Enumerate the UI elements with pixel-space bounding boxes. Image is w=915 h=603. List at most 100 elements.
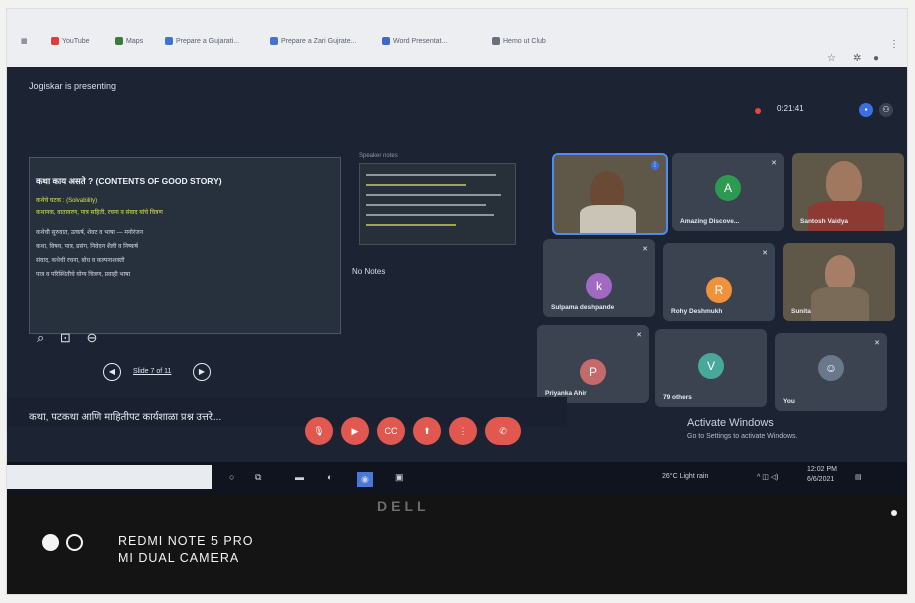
speaking-icon: ⁞: [651, 161, 659, 170]
clock-date[interactable]: 6/6/2021: [807, 476, 834, 483]
star-icon[interactable]: ☆: [827, 53, 836, 64]
bookmark-icon: [492, 37, 500, 45]
bookmark-word[interactable]: Word Presentat...: [382, 37, 447, 45]
participant-tile[interactable]: R ✕ Rohy Deshmukh: [663, 243, 775, 321]
avatar: R: [706, 277, 732, 303]
bookmark-prepare-gujarati[interactable]: Prepare a Gujarati...: [165, 37, 239, 45]
profile-icon[interactable]: ●: [873, 53, 879, 64]
participant-name: Sulpama deshpande: [551, 304, 615, 311]
notification-icon[interactable]: ▤: [855, 473, 862, 481]
participant-tile[interactable]: P ✕ Priyanka Ahir: [537, 325, 649, 403]
people-icon[interactable]: ⚇: [879, 103, 893, 117]
thumb-line: [366, 194, 501, 196]
presenting-label: Jogiskar is presenting: [29, 81, 117, 91]
chrome-icon[interactable]: ◉: [357, 472, 373, 487]
watermark-dot-icon: [42, 534, 59, 551]
present-button[interactable]: ⬆: [413, 417, 441, 445]
participant-name: Sunita: [791, 308, 811, 315]
participant-name: Rohy Deshmukh: [671, 308, 723, 315]
thumb-line: [366, 174, 496, 176]
minus-icon[interactable]: ⊖: [86, 330, 97, 345]
word-icon: [382, 37, 390, 45]
weather-indicator[interactable]: 26°C Light rain: [662, 473, 708, 480]
slide-line: कथानक, वातावरण, पात्र सहिती, रचना व संवा…: [36, 210, 163, 216]
participant-tile[interactable]: Santosh Vaidya: [792, 153, 904, 231]
layout-icon[interactable]: ▪: [859, 103, 873, 117]
thumb-line: [366, 224, 456, 226]
participant-tile[interactable]: A ✕ Amazing Discove...: [672, 153, 784, 231]
slide-line: कथा, विषय, पात्र, प्रसंग, निवेदन शैली व …: [36, 244, 139, 250]
avatar: ☺: [818, 355, 844, 381]
photo-of-laptop-screen: ▦ YouTube Maps Prepare a Gujarati... Pre…: [6, 8, 908, 595]
activate-windows-title: Activate Windows: [687, 417, 774, 429]
clock-time[interactable]: 12:02 PM: [807, 466, 837, 473]
participant-face: [825, 255, 855, 291]
webcam-dot: [891, 510, 897, 516]
avatar: k: [586, 273, 612, 299]
avatar: V: [698, 353, 724, 379]
present-icon[interactable]: ⊡: [60, 330, 71, 345]
windows-taskbar: ○ ⧉ ▬ ◐ ◉ ▣ 26°C Light rain ^ ◫ ◁) 12:02…: [7, 462, 907, 494]
edge-icon[interactable]: ◐: [327, 472, 332, 482]
bookmark-prepare-zari[interactable]: Prepare a Zari Gujrate...: [270, 37, 356, 45]
menu-icon[interactable]: ⋮: [889, 39, 899, 50]
cortana-icon[interactable]: ○: [229, 472, 234, 482]
next-slide-thumbnail[interactable]: [359, 163, 516, 245]
participant-tile-others[interactable]: V 79 others: [655, 329, 767, 407]
slide-line: पात्र व परिस्थितीचे योग्य चित्रण, प्रवाह…: [36, 272, 131, 278]
participant-shirt: [811, 287, 869, 321]
google-icon: [270, 37, 278, 45]
avatar: A: [715, 175, 741, 201]
slide-tools: ⌕ ⊡ ⊖: [37, 330, 97, 346]
mic-off-icon: ✕: [636, 332, 642, 339]
watermark-ring-icon: [66, 534, 83, 551]
bookmark-hemo[interactable]: Hemo ut Club: [492, 37, 546, 45]
file-explorer-icon[interactable]: ▬: [295, 472, 304, 482]
leave-call-button[interactable]: ✆: [485, 417, 521, 445]
participant-name: Santosh Vaidya: [800, 218, 849, 225]
slide-line: कथेचे घटक : (Solvability): [36, 198, 98, 204]
participant-tile[interactable]: k ✕ Sulpama deshpande: [543, 239, 655, 317]
participant-name: 79 others: [663, 394, 692, 401]
slide-title: कथा काय असते ? (CONTENTS OF GOOD STORY): [36, 176, 222, 186]
task-view-icon[interactable]: ⧉: [255, 472, 261, 483]
mic-button[interactable]: 🎙: [305, 417, 333, 445]
camera-watermark-model: REDMI NOTE 5 PRO: [118, 534, 254, 548]
extensions-icon[interactable]: ✲: [853, 53, 861, 64]
previous-slide-button[interactable]: ◀: [103, 363, 121, 381]
captions-button[interactable]: CC: [377, 417, 405, 445]
mic-off-icon: ✕: [874, 340, 880, 347]
mic-off-icon: ✕: [771, 160, 777, 167]
camera-watermark-camera: MI DUAL CAMERA: [118, 551, 240, 565]
participant-name: You: [783, 398, 795, 405]
camera-button[interactable]: ▶: [341, 417, 369, 445]
next-slide-button[interactable]: ▶: [193, 363, 211, 381]
thumb-line: [366, 214, 494, 216]
browser-bookmarks-bar: ▦ YouTube Maps Prepare a Gujarati... Pre…: [7, 9, 907, 67]
system-tray-icons[interactable]: ^ ◫ ◁): [757, 473, 779, 481]
slide-line: कथेची सुरुवात, उत्कर्ष, शेवट व भाषा — मन…: [36, 230, 144, 236]
youtube-icon: [51, 37, 59, 45]
participant-tile[interactable]: Sunita: [783, 243, 895, 321]
bookmark-maps[interactable]: Maps: [115, 37, 143, 45]
store-icon[interactable]: ▣: [395, 472, 404, 483]
presentation-slide: कथा काय असते ? (CONTENTS OF GOOD STORY) …: [29, 157, 341, 334]
maps-icon: [115, 37, 123, 45]
participant-tile-presenter[interactable]: ⁞: [552, 153, 668, 235]
bookmark-apps[interactable]: ▦: [21, 37, 28, 45]
more-options-button[interactable]: ⋮: [449, 417, 477, 445]
slide-line: संवाद, कथेची रचना, बोध व कल्पनाशक्ती: [36, 258, 125, 264]
search-icon[interactable]: ⌕: [37, 330, 44, 345]
participant-tile-self[interactable]: ☺ ✕ You: [775, 333, 887, 411]
bookmark-youtube[interactable]: YouTube: [51, 37, 90, 45]
taskbar-search-box[interactable]: [7, 465, 212, 489]
participant-face: [826, 161, 862, 203]
speaker-notes-label: Speaker notes: [359, 153, 398, 159]
participant-name: Amazing Discove...: [680, 218, 740, 225]
thumb-line: [366, 204, 486, 206]
activate-windows-subtitle: Go to Settings to activate Windows.: [687, 433, 798, 440]
participant-name: Priyanka Ahir: [545, 390, 587, 397]
participant-shirt: [808, 201, 884, 231]
mic-off-icon: ✕: [762, 250, 768, 257]
meeting-window: Jogiskar is presenting 0:21:41 ▪ ⚇ कथा क…: [7, 67, 907, 462]
